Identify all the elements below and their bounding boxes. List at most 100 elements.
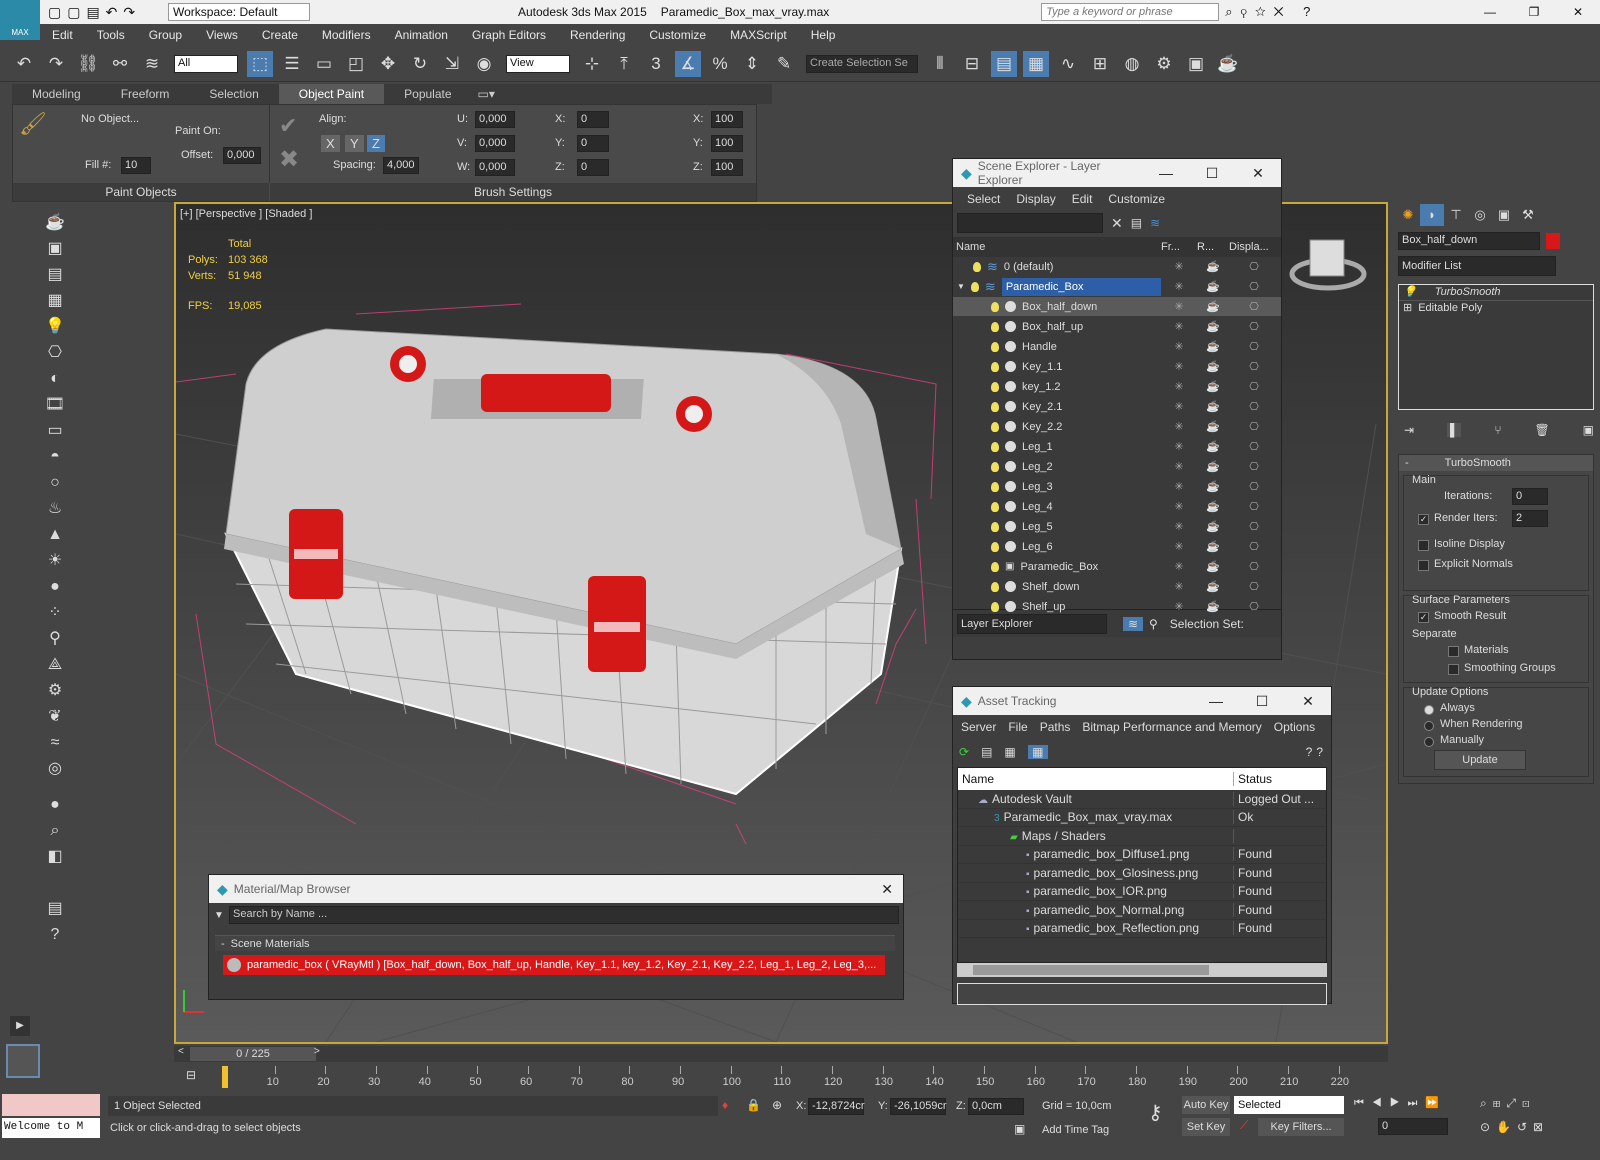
- at-col-name[interactable]: Name: [958, 772, 1234, 786]
- cancel-icon[interactable]: ✖: [279, 145, 299, 174]
- asset-row[interactable]: ▪ paramedic_box_Diffuse1.png Found: [958, 846, 1326, 864]
- asset-row[interactable]: ▪ paramedic_box_Normal.png Found: [958, 901, 1326, 920]
- viewport-layout-icon[interactable]: [6, 1044, 40, 1078]
- visibility-bulb-icon[interactable]: [991, 521, 999, 532]
- render-toggle-icon[interactable]: ☕: [1197, 460, 1229, 473]
- display-icon[interactable]: ⎔: [1229, 520, 1279, 533]
- check-icon[interactable]: ✔: [279, 113, 297, 139]
- app-logo[interactable]: MAX: [0, 0, 40, 40]
- se-row[interactable]: Key_1.1 ✳ ☕ ⎔: [953, 357, 1281, 377]
- visibility-bulb-icon[interactable]: [991, 421, 999, 432]
- menu-modifiers[interactable]: Modifiers: [310, 24, 383, 46]
- material-editor-icon[interactable]: ◍: [1119, 51, 1145, 77]
- render-toggle-icon[interactable]: ☕: [1197, 400, 1229, 413]
- se-row[interactable]: ≋ 0 (default) ✳ ☕ ⎔: [953, 257, 1281, 277]
- help-context-icon[interactable]: ?: [1316, 745, 1323, 759]
- v-input[interactable]: 0,000: [475, 135, 515, 152]
- modify-tab-icon[interactable]: ◗: [1420, 204, 1444, 226]
- at-menu-paths[interactable]: Paths: [1034, 720, 1077, 734]
- ribbon-options-icon[interactable]: ▭▾: [472, 84, 501, 104]
- display-icon[interactable]: ⎔: [1229, 300, 1279, 313]
- menu-views[interactable]: Views: [194, 24, 250, 46]
- layers-icon[interactable]: ≋: [1150, 216, 1160, 230]
- visibility-bulb-icon[interactable]: [991, 601, 999, 612]
- edit-named-selection-icon[interactable]: ✎: [771, 51, 797, 77]
- visibility-bulb-icon[interactable]: [991, 441, 999, 452]
- scale-z-input[interactable]: 100: [711, 159, 743, 176]
- minimize-icon[interactable]: —: [1193, 693, 1239, 710]
- se-menu-display[interactable]: Display: [1008, 192, 1063, 206]
- visibility-bulb-icon[interactable]: [991, 461, 999, 472]
- select-object-icon[interactable]: ⬚: [247, 50, 273, 77]
- always-radio[interactable]: [1424, 702, 1434, 716]
- asset-row[interactable]: ▰ Maps / Shaders: [958, 827, 1326, 846]
- display-icon[interactable]: ⎔: [1229, 420, 1279, 433]
- se-row[interactable]: Leg_2 ✳ ☕ ⎔: [953, 457, 1281, 477]
- reference-coord-dropdown[interactable]: View: [506, 54, 570, 73]
- display-icon[interactable]: ⎔: [1229, 440, 1279, 453]
- paint-objects-panel-label[interactable]: Paint Objects: [13, 183, 269, 201]
- asset-row[interactable]: ▪ paramedic_box_IOR.png Found: [958, 883, 1326, 901]
- undo-icon[interactable]: ↶: [11, 51, 37, 77]
- material-item[interactable]: paramedic_box ( VRayMtl ) [Box_half_down…: [223, 955, 885, 975]
- at-menu-file[interactable]: File: [1002, 720, 1033, 734]
- se-search-input[interactable]: [957, 213, 1103, 233]
- freeze-icon[interactable]: ✳: [1161, 320, 1197, 333]
- list-view-icon[interactable]: ▤: [981, 745, 992, 759]
- ball-icon[interactable]: ●: [40, 792, 70, 818]
- display-icon[interactable]: ⎔: [1229, 340, 1279, 353]
- maximize-icon[interactable]: ☐: [1189, 165, 1235, 182]
- materials-checkbox[interactable]: [1448, 644, 1459, 658]
- display-icon[interactable]: ⎔: [1229, 320, 1279, 333]
- rollout-collapse-icon[interactable]: -: [1399, 457, 1415, 469]
- se-row[interactable]: Handle ✳ ☕ ⎔: [953, 337, 1281, 357]
- search-objects-icon[interactable]: ⌕: [40, 818, 70, 844]
- se-row[interactable]: Leg_3 ✳ ☕ ⎔: [953, 477, 1281, 497]
- time-tag-icon[interactable]: ▣: [1014, 1122, 1025, 1136]
- unlink-icon[interactable]: ⚯: [107, 51, 133, 77]
- at-menu-options[interactable]: Options: [1268, 720, 1321, 734]
- stack-item-editable-poly[interactable]: ⊞ Editable Poly: [1399, 301, 1593, 317]
- tab-freeform[interactable]: Freeform: [101, 84, 190, 104]
- x-input[interactable]: 0: [577, 111, 609, 128]
- freeze-icon[interactable]: ✳: [1161, 540, 1197, 553]
- rendered-frame-window-icon[interactable]: ▣: [1183, 51, 1209, 77]
- select-by-name-icon[interactable]: ☰: [279, 51, 305, 77]
- pin-stack-icon[interactable]: ⇥: [1404, 423, 1414, 437]
- particles-icon[interactable]: ⁘: [40, 600, 70, 626]
- isolate-icon[interactable]: ♦: [722, 1098, 728, 1112]
- se-row[interactable]: Leg_1 ✳ ☕ ⎔: [953, 437, 1281, 457]
- freeze-icon[interactable]: ✳: [1161, 460, 1197, 473]
- render-toggle-icon[interactable]: ☕: [1197, 560, 1229, 573]
- maxscript-listener-top[interactable]: [2, 1094, 100, 1116]
- pivot-center-icon[interactable]: ⊹: [579, 51, 605, 77]
- object-name-input[interactable]: Box_half_down: [1398, 232, 1540, 250]
- scale-icon[interactable]: ⇲: [439, 51, 465, 77]
- visibility-bulb-icon[interactable]: [991, 341, 999, 352]
- expand-arrow-icon[interactable]: ▶: [10, 1016, 30, 1036]
- create-tab-icon[interactable]: ✺: [1396, 204, 1420, 226]
- horizontal-scrollbar[interactable]: [957, 963, 1327, 977]
- visibility-bulb-icon[interactable]: [991, 481, 999, 492]
- quick-access-icons[interactable]: ▢▢▤↶↷: [48, 4, 168, 21]
- display-icon[interactable]: ⎔: [1229, 540, 1279, 553]
- hierarchy-icon[interactable]: ⚲: [1149, 617, 1158, 631]
- se-menu-customize[interactable]: Customize: [1100, 192, 1173, 206]
- menu-maxscript[interactable]: MAXScript: [718, 24, 799, 46]
- shell-icon[interactable]: ◎: [40, 756, 70, 782]
- sphere-icon[interactable]: ○: [40, 470, 70, 496]
- se-row[interactable]: Key_2.2 ✳ ☕ ⎔: [953, 417, 1281, 437]
- rect-selection-icon[interactable]: ▭: [311, 51, 337, 77]
- hair-icon[interactable]: ≈: [40, 730, 70, 756]
- selection-set-label[interactable]: Selection Set:: [1170, 617, 1244, 631]
- visibility-bulb-icon[interactable]: [991, 581, 999, 592]
- freeze-icon[interactable]: ✳: [1161, 400, 1197, 413]
- sun-icon[interactable]: ☀: [40, 548, 70, 574]
- selection-filter-dropdown[interactable]: All: [174, 54, 238, 73]
- render-toggle-icon[interactable]: ☕: [1197, 360, 1229, 373]
- utilities-tab-icon[interactable]: ⚒: [1516, 204, 1540, 226]
- display-icon[interactable]: ⎔: [1229, 380, 1279, 393]
- freeze-icon[interactable]: ✳: [1161, 580, 1197, 593]
- render-toggle-icon[interactable]: ☕: [1197, 420, 1229, 433]
- se-row[interactable]: ▼ ≋ Paramedic_Box ✳ ☕ ⎔: [953, 277, 1281, 297]
